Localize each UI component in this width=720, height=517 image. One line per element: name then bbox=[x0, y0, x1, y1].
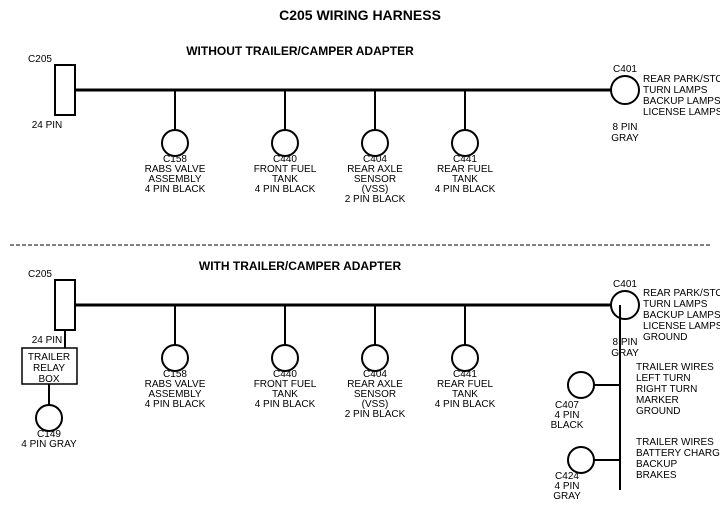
top-right-pin: 8 PIN bbox=[612, 122, 637, 133]
c424-desc-3: BACKUP bbox=[636, 459, 677, 470]
c424-desc-1: TRAILER WIRES bbox=[636, 437, 714, 448]
bot-c404-l4: 2 PIN BLACK bbox=[345, 409, 406, 420]
c407-desc-2: LEFT TURN bbox=[636, 373, 691, 384]
top-c404-l4: 2 PIN BLACK bbox=[345, 194, 406, 205]
c407-color: BLACK bbox=[551, 420, 584, 431]
top-right-desc-2: TURN LAMPS bbox=[643, 85, 708, 96]
top-c441-l3: 4 PIN BLACK bbox=[435, 184, 496, 195]
top-right-connector-id: C401 bbox=[613, 64, 637, 75]
c407-desc-5: GROUND bbox=[636, 406, 680, 417]
top-left-pin-label: 24 PIN bbox=[32, 120, 63, 131]
c149-label: 4 PIN GRAY bbox=[21, 439, 77, 450]
trailer-relay-box-l1: TRAILER bbox=[28, 352, 70, 363]
trailer-relay-box-l2: RELAY bbox=[33, 363, 65, 374]
c424-desc-4: BRAKES bbox=[636, 470, 677, 481]
bot-right-desc-5: GROUND bbox=[643, 332, 687, 343]
wiring-diagram: C205 WIRING HARNESS WITHOUT TRAILER/CAMP… bbox=[0, 0, 720, 517]
top-c440-l3: 4 PIN BLACK bbox=[255, 184, 316, 195]
bot-right-desc-3: BACKUP LAMPS bbox=[643, 310, 720, 321]
top-right-desc-3: BACKUP LAMPS bbox=[643, 96, 720, 107]
bot-c441-l3: 4 PIN BLACK bbox=[435, 399, 496, 410]
c424-color: GRAY bbox=[553, 491, 581, 502]
bot-right-desc-2: TURN LAMPS bbox=[643, 299, 708, 310]
diagram-title: C205 WIRING HARNESS bbox=[279, 7, 441, 23]
bot-right-color: GRAY bbox=[611, 348, 639, 359]
top-c158-l3: 4 PIN BLACK bbox=[145, 184, 206, 195]
top-right-color: GRAY bbox=[611, 133, 639, 144]
c407-desc-1: TRAILER WIRES bbox=[636, 362, 714, 373]
bottom-section-label: WITH TRAILER/CAMPER ADAPTER bbox=[199, 259, 402, 273]
c407-desc-3: RIGHT TURN bbox=[636, 384, 697, 395]
bot-right-desc-4: LICENSE LAMPS bbox=[643, 321, 720, 332]
bot-right-connector-id: C401 bbox=[613, 279, 637, 290]
top-section-label: WITHOUT TRAILER/CAMPER ADAPTER bbox=[186, 44, 414, 58]
top-right-desc-1: REAR PARK/STOP bbox=[643, 74, 720, 85]
top-left-connector-id: C205 bbox=[28, 54, 52, 65]
bot-left-pin-label: 24 PIN bbox=[32, 335, 63, 346]
bot-right-pin: 8 PIN bbox=[612, 337, 637, 348]
bot-right-desc-1: REAR PARK/STOP bbox=[643, 288, 720, 299]
bot-c158-l3: 4 PIN BLACK bbox=[145, 399, 206, 410]
bot-c440-l3: 4 PIN BLACK bbox=[255, 399, 316, 410]
c407-desc-4: MARKER bbox=[636, 395, 679, 406]
bot-left-connector-id: C205 bbox=[28, 269, 52, 280]
trailer-relay-box-l3: BOX bbox=[38, 374, 59, 385]
c424-desc-2: BATTERY CHARGE bbox=[636, 448, 720, 459]
top-right-desc-4: LICENSE LAMPS bbox=[643, 107, 720, 118]
